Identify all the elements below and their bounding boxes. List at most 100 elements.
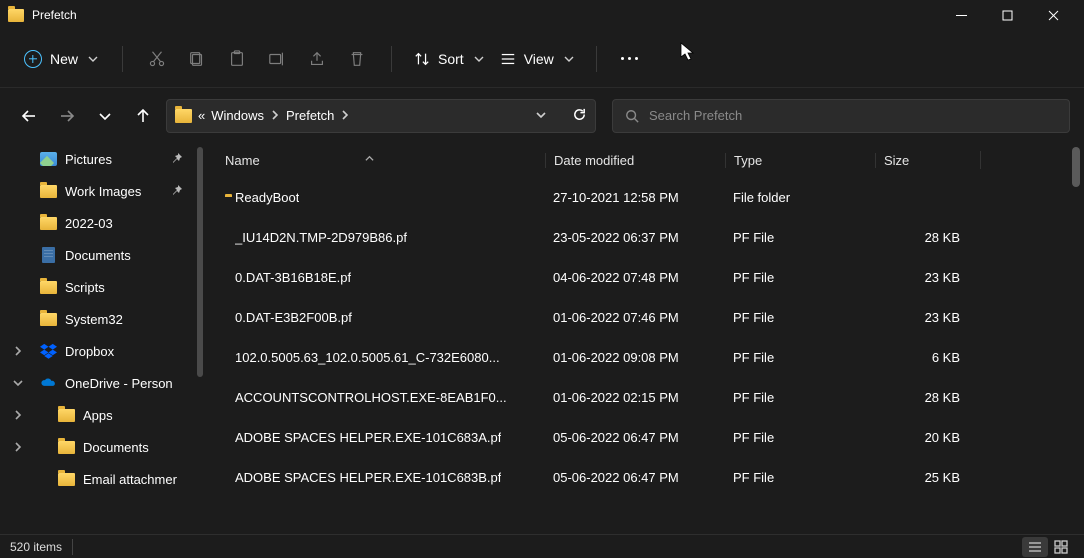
file-date: 04-06-2022 07:48 PM (545, 270, 725, 285)
file-type: PF File (725, 390, 875, 405)
chevron-right-icon[interactable] (10, 407, 26, 423)
back-button[interactable] (14, 98, 44, 134)
item-count: 520 items (10, 540, 62, 554)
thumbnails-view-button[interactable] (1048, 537, 1074, 557)
table-row[interactable]: 0.DAT-3B16B18E.pf04-06-2022 07:48 PMPF F… (205, 257, 1084, 297)
table-row[interactable]: ACCOUNTSCONTROLHOST.EXE-8EAB1F0...01-06-… (205, 377, 1084, 417)
file-type: PF File (725, 430, 875, 445)
file-date: 27-10-2021 12:58 PM (545, 190, 725, 205)
file-size: 23 KB (875, 270, 980, 285)
sidebar-item-label: Email attachmer (83, 472, 177, 487)
sidebar-item[interactable]: Dropbox (0, 335, 205, 367)
chevron-down-icon (474, 51, 484, 67)
folder-icon (58, 471, 75, 488)
view-label: View (524, 51, 554, 67)
breadcrumb-ellipsis[interactable]: « (198, 108, 205, 123)
file-name: _IU14D2N.TMP-2D979B86.pf (235, 230, 407, 245)
new-button[interactable]: New (14, 44, 108, 74)
chevron-right-icon[interactable] (340, 108, 350, 123)
file-type: PF File (725, 350, 875, 365)
folder-icon (40, 215, 57, 232)
chevron-right-icon[interactable] (10, 439, 26, 455)
maximize-button[interactable] (984, 0, 1030, 30)
navigation-bar: « Windows Prefetch (0, 88, 1084, 143)
table-row[interactable]: ReadyBoot27-10-2021 12:58 PMFile folder (205, 177, 1084, 217)
sort-label: Sort (438, 51, 464, 67)
chevron-down-icon (564, 51, 574, 67)
share-button[interactable] (297, 41, 337, 77)
toolbar: New Sort View (0, 30, 1084, 88)
breadcrumb-segment[interactable]: Prefetch (286, 108, 334, 123)
chevron-right-icon[interactable] (10, 343, 26, 359)
file-size: 20 KB (875, 430, 980, 445)
close-button[interactable] (1030, 0, 1076, 30)
dropbox-icon (40, 343, 57, 360)
table-row[interactable]: 0.DAT-E3B2F00B.pf01-06-2022 07:46 PMPF F… (205, 297, 1084, 337)
table-row[interactable]: 102.0.5005.63_102.0.5005.61_C-732E6080..… (205, 337, 1084, 377)
sidebar-item-label: Pictures (65, 152, 112, 167)
column-size[interactable]: Size (875, 153, 980, 168)
search-input[interactable] (649, 108, 1057, 123)
table-row[interactable]: ADOBE SPACES HELPER.EXE-101C683A.pf05-06… (205, 417, 1084, 457)
separator (122, 46, 123, 72)
column-name[interactable]: Name (225, 153, 545, 168)
file-date: 01-06-2022 09:08 PM (545, 350, 725, 365)
sort-indicator-icon (365, 151, 374, 166)
minimize-button[interactable] (938, 0, 984, 30)
sidebar-item[interactable]: System32 (0, 303, 205, 335)
refresh-button[interactable] (572, 107, 587, 125)
breadcrumb-segment[interactable]: Windows (211, 108, 264, 123)
file-date: 05-06-2022 06:47 PM (545, 470, 725, 485)
sidebar-item[interactable]: Apps (0, 399, 205, 431)
details-view-button[interactable] (1022, 537, 1048, 557)
chevron-down-icon[interactable] (10, 375, 26, 391)
search-box[interactable] (612, 99, 1070, 133)
folder-icon (58, 407, 75, 424)
recent-button[interactable] (90, 98, 120, 134)
paste-button[interactable] (217, 41, 257, 77)
chevron-down-icon (88, 51, 98, 67)
sidebar-item[interactable]: Scripts (0, 271, 205, 303)
address-folder-icon (175, 109, 192, 123)
address-history-button[interactable] (536, 108, 546, 123)
sidebar-item-label: Scripts (65, 280, 105, 295)
file-size: 6 KB (875, 350, 980, 365)
sidebar-item[interactable]: Documents (0, 431, 205, 463)
file-type: PF File (725, 310, 875, 325)
file-type: PF File (725, 470, 875, 485)
file-date: 01-06-2022 02:15 PM (545, 390, 725, 405)
chevron-right-icon[interactable] (270, 108, 280, 123)
sidebar-item[interactable]: 2022-03 (0, 207, 205, 239)
view-button[interactable]: View (492, 45, 582, 73)
sidebar-item[interactable]: Work Images (0, 175, 205, 207)
up-button[interactable] (128, 98, 158, 134)
folder-icon (40, 279, 57, 296)
sidebar-item[interactable]: Pictures (0, 143, 205, 175)
file-size: 25 KB (875, 470, 980, 485)
sidebar-item[interactable]: Documents (0, 239, 205, 271)
cut-button[interactable] (137, 41, 177, 77)
sidebar-item[interactable]: OneDrive - Person (0, 367, 205, 399)
window-folder-icon (8, 9, 24, 22)
rename-button[interactable] (257, 41, 297, 77)
column-type[interactable]: Type (725, 153, 875, 168)
table-row[interactable]: ADOBE SPACES HELPER.EXE-101C683B.pf05-06… (205, 457, 1084, 497)
column-headers: Name Date modified Type Size (205, 143, 1084, 177)
file-size: 23 KB (875, 310, 980, 325)
column-date[interactable]: Date modified (545, 153, 725, 168)
document-icon (40, 247, 57, 264)
copy-button[interactable] (177, 41, 217, 77)
table-row[interactable]: _IU14D2N.TMP-2D979B86.pf23-05-2022 06:37… (205, 217, 1084, 257)
sort-button[interactable]: Sort (406, 45, 492, 73)
forward-button[interactable] (52, 98, 82, 134)
sidebar-item-label: OneDrive - Person (65, 376, 173, 391)
file-type: PF File (725, 230, 875, 245)
sidebar-scrollbar[interactable] (197, 147, 203, 377)
delete-button[interactable] (337, 41, 377, 77)
sidebar-item[interactable]: Email attachmer (0, 463, 205, 495)
address-bar[interactable]: « Windows Prefetch (166, 99, 596, 133)
file-scrollbar[interactable] (1072, 147, 1080, 187)
sidebar-item-label: Documents (83, 440, 149, 455)
more-button[interactable] (611, 57, 648, 60)
pin-icon (171, 184, 183, 199)
